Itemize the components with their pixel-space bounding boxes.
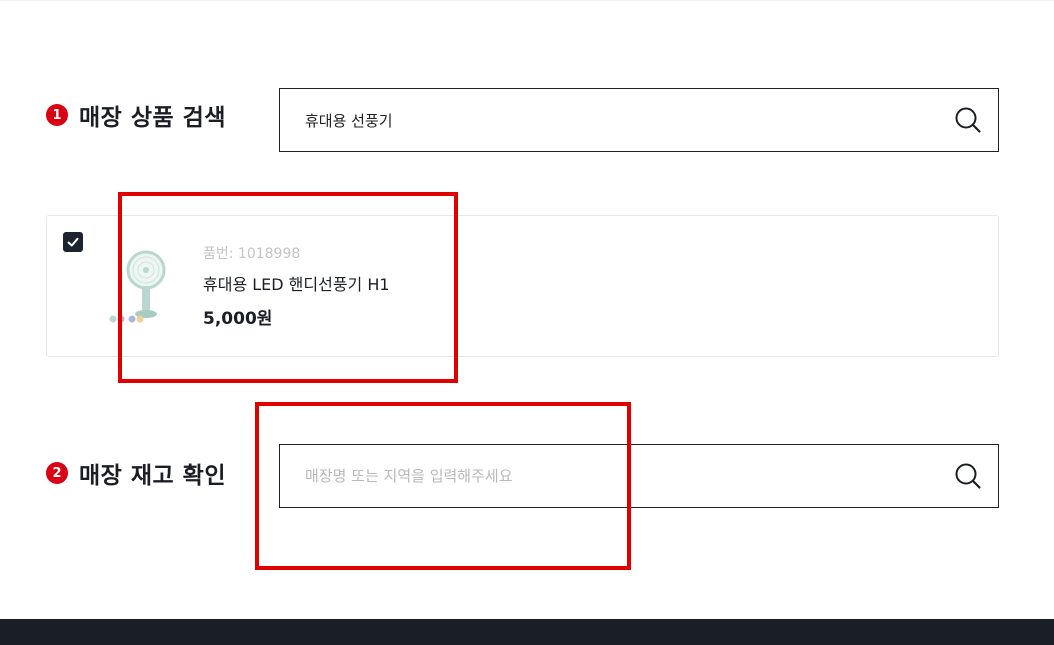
step-badge-1: 1	[46, 104, 68, 126]
step-badge-2: 2	[46, 462, 68, 484]
store-search-input[interactable]	[280, 445, 938, 507]
product-search-box	[279, 88, 999, 152]
store-search-box	[279, 444, 999, 508]
color-option-yellow	[136, 315, 144, 323]
product-search-button[interactable]	[938, 89, 998, 151]
color-option-lavender	[128, 315, 136, 323]
product-result-card[interactable]: 품번: 1018998 휴대용 LED 핸디선풍기 H1 5,000원	[46, 215, 999, 357]
color-option-mint	[109, 315, 117, 323]
check-icon	[67, 237, 79, 247]
store-search-button[interactable]	[938, 445, 998, 507]
product-info: 품번: 1018998 휴대용 LED 핸디선풍기 H1 5,000원	[203, 244, 390, 330]
product-image	[105, 238, 191, 342]
search-icon	[955, 107, 981, 133]
search-icon	[955, 463, 981, 489]
product-code: 품번: 1018998	[203, 246, 301, 262]
product-name[interactable]: 휴대용 LED 핸디선풍기 H1	[203, 274, 390, 296]
color-option-blue	[117, 315, 125, 323]
section-title-product-search: 매장 상품 검색	[79, 105, 226, 131]
store-stock-page: 1 매장 상품 검색 휴대용 선풍기 품번: 1018998 휴대용 LED 핸…	[0, 0, 1054, 645]
product-select-checkbox[interactable]	[63, 232, 83, 252]
footer-bar	[0, 619, 1054, 645]
product-search-input[interactable]	[280, 89, 938, 151]
top-divider	[0, 0, 1054, 1]
handy-fan-image	[105, 238, 191, 342]
section-stock-check-label: 2 매장 재고 확인	[46, 456, 226, 490]
section-product-search-label: 1 매장 상품 검색	[46, 98, 226, 132]
section-title-stock-check: 매장 재고 확인	[79, 463, 226, 489]
product-price: 5,000원	[203, 309, 273, 329]
